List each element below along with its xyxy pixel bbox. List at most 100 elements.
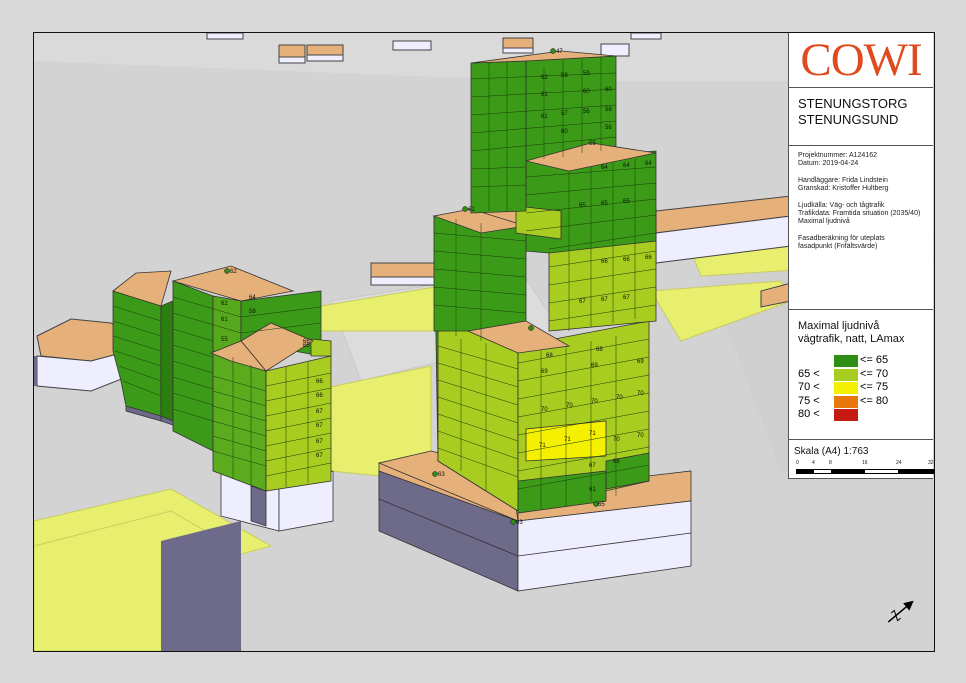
facade-value: 58 [605, 107, 612, 113]
calc-note: Fasadberäkning för uteplats [798, 234, 885, 242]
legend-row: 70 < <= 75 [798, 381, 889, 394]
receiver-label: 61 [468, 207, 475, 213]
facade-value: 67 [316, 453, 323, 459]
receiver-label: 62 [230, 269, 237, 275]
facade-value: 66 [645, 255, 652, 261]
facade-value: 70 [591, 399, 598, 405]
facade-value: 64 [645, 161, 652, 167]
facade-value: 55 [589, 141, 596, 147]
calc-note-2: fasadpunkt (Frifältsvärde) [798, 243, 878, 251]
legend-swatch [834, 395, 858, 408]
facade-value: 70 [616, 395, 623, 401]
legend-swatch [834, 409, 858, 421]
receiver-label: 66 [303, 339, 310, 345]
facade-value: 62 [541, 75, 548, 81]
facade-value: 67 [589, 463, 596, 469]
facade-value: 69 [637, 359, 644, 365]
scale-tick: 0 [796, 460, 799, 466]
logo-text: COWI [800, 33, 922, 86]
legend-swatch [834, 355, 858, 367]
receiver-label: 63 [438, 472, 445, 478]
legend-row: 80 < [798, 408, 933, 422]
facade-value: 67 [316, 409, 323, 415]
legend-swatch [834, 368, 858, 381]
facade-value: 68 [613, 459, 620, 465]
facade-value: 71 [564, 437, 571, 443]
facade-value: 66 [316, 393, 323, 399]
project-date: Datum: 2019-04-24 [798, 160, 859, 168]
company-logo: COWI [789, 33, 933, 88]
facade-value: 65 [601, 201, 608, 207]
legend-swatch [834, 382, 858, 394]
facade-value: 67 [623, 295, 630, 301]
receiver-point [550, 48, 556, 54]
legend-row: 75 < <= 80 [798, 394, 889, 408]
facade-value: 61 [541, 114, 548, 120]
facade-value: 67 [316, 439, 323, 445]
legend-subtitle: vägtrafik, natt, LAmax [798, 333, 905, 345]
facade-value: 65 [623, 199, 630, 205]
facade-value: 58 [249, 309, 256, 315]
facade-value: 68 [596, 347, 603, 353]
facade-value: 68 [546, 353, 553, 359]
legend-row: <= 65 [798, 354, 933, 368]
scale-tick: 16 [862, 460, 868, 466]
facade-value: 70 [637, 433, 644, 439]
scale-label: Skala (A4) 1:763 [794, 446, 869, 457]
reviewer: Granskad: Kristoffer Hultberg [798, 185, 889, 193]
project-title: STENUNGSTORG STENUNGSUND [789, 88, 933, 146]
receiver-label: 63 [516, 520, 523, 526]
facade-value: 66 [601, 259, 608, 265]
project-info: Projektnummer: A124162 Datum: 2019-04-24… [789, 146, 933, 310]
receiver-point [510, 519, 516, 525]
facade-value: 67 [579, 299, 586, 305]
facade-value: 69 [591, 363, 598, 369]
scale-section: Skala (A4) 1:763 0 4 8 16 24 32 [789, 440, 934, 478]
scale-tick: 32 [928, 460, 934, 466]
facade-value: 62 [221, 301, 228, 307]
facade-value: 67 [316, 423, 323, 429]
facade-value: 65 [579, 203, 586, 209]
facade-value: 70 [566, 403, 573, 409]
facade-value: 59 [583, 71, 590, 77]
facade-value: 60 [583, 89, 590, 95]
facade-value: 69 [541, 369, 548, 375]
legend-title: Maximal ljudnivå [798, 320, 880, 332]
scale-tick: 8 [829, 460, 832, 466]
scale-tick: 24 [896, 460, 902, 466]
receiver-point [462, 206, 468, 212]
legend-panel: COWI STENUNGSTORG STENUNGSUND Projektnum… [788, 33, 934, 479]
metric: Maximal ljudnivå [798, 218, 850, 226]
facade-value: 66 [623, 257, 630, 263]
receiver-label: 47 [556, 49, 563, 55]
facade-value: 56 [605, 125, 612, 131]
receiver-point [432, 471, 438, 477]
facade-value: 60 [605, 87, 612, 93]
handler: Handläggare: Frida Lindstein [798, 176, 888, 184]
facade-value: 70 [541, 407, 548, 413]
scale-tick: 4 [812, 460, 815, 466]
facade-value: 67 [601, 297, 608, 303]
facade-value: 61 [221, 317, 228, 323]
facade-value: 60 [561, 129, 568, 135]
facade-value: 66 [316, 379, 323, 385]
facade-value: 70 [613, 437, 620, 443]
project-number: Projektnummer: A124162 [798, 152, 877, 159]
facade-value: 61 [541, 92, 548, 98]
facade-value: 57 [561, 111, 568, 117]
facade-value: 61 [589, 487, 596, 493]
scale-bar: 0 4 8 16 24 32 [794, 460, 934, 478]
facade-value: 59 [561, 73, 568, 79]
facade-value: 71 [589, 431, 596, 437]
facade-value: 70 [637, 391, 644, 397]
project-title-line: STENUNGSTORG [798, 96, 908, 111]
facade-value: 71 [539, 443, 546, 449]
receiver-point [224, 268, 230, 274]
facade-value: 55 [221, 337, 228, 343]
facade-value: 56 [583, 109, 590, 115]
project-subtitle-line: STENUNGSUND [798, 112, 899, 127]
receiver-label: 65 [598, 502, 605, 508]
legend-row: 65 < <= 70 [798, 367, 889, 381]
facade-value: 64 [249, 295, 256, 301]
receiver-point [528, 325, 534, 331]
